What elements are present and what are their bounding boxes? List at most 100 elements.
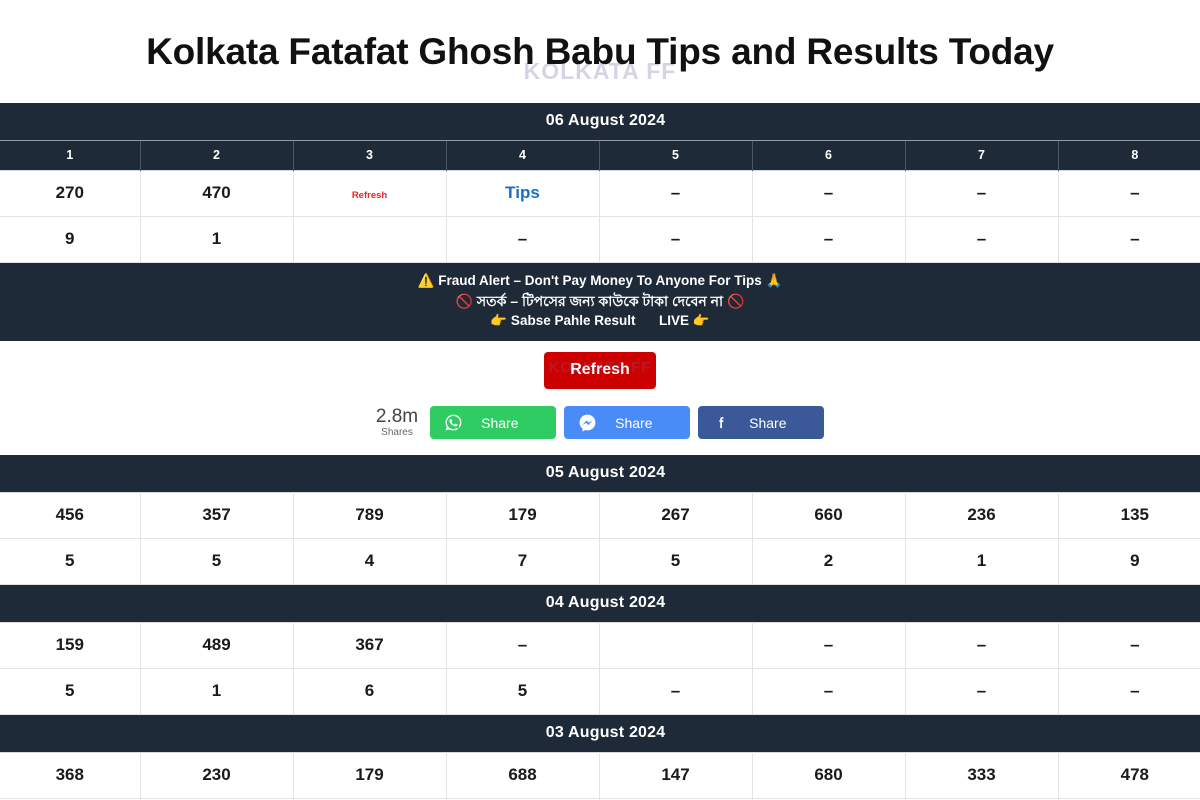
result-cell: 236 <box>904 492 1059 539</box>
result-cell: 135 <box>1057 492 1200 539</box>
alert-line-tagline: 👉 Sabse Pahle Result <box>490 313 636 328</box>
share-count: 2.8m Shares <box>375 405 419 438</box>
result-cell: – <box>598 216 753 263</box>
date-label: 06 August 2024 <box>0 103 1200 141</box>
messenger-icon <box>578 413 597 432</box>
tips-link[interactable]: Tips <box>505 183 540 202</box>
result-cell: 5 <box>0 538 141 585</box>
result-cell: – <box>598 668 753 715</box>
table-row: 270 470 Refresh Tips – – – – <box>0 170 1200 217</box>
result-cell: – <box>598 170 753 217</box>
result-cell: 368 <box>0 752 141 799</box>
result-cell: 179 <box>292 752 447 799</box>
result-cell: 9 <box>0 216 141 263</box>
date-bar: 04 August 2024 <box>0 585 1200 623</box>
table-row: 5 1 6 5 – – – – <box>0 668 1200 715</box>
history-table-2: 03 August 2024 368 230 179 688 147 680 3… <box>0 715 1200 800</box>
date-bar: 05 August 2024 <box>0 455 1200 493</box>
result-cell: 489 <box>139 622 294 669</box>
result-cell: – <box>1057 668 1200 715</box>
result-cell: – <box>445 216 600 263</box>
result-cell: – <box>1057 622 1200 669</box>
result-cell: 270 <box>0 170 141 217</box>
result-cell: – <box>751 622 906 669</box>
result-cell: 6 <box>292 668 447 715</box>
table-row: 5 5 4 7 5 2 1 9 <box>0 538 1200 585</box>
result-cell: 1 <box>139 216 294 263</box>
result-cell: – <box>751 668 906 715</box>
history-table-1: 04 August 2024 159 489 367 – – – – 5 1 6… <box>0 585 1200 715</box>
facebook-icon <box>712 413 731 432</box>
result-cell: – <box>1057 216 1200 263</box>
result-cell: 4 <box>292 538 447 585</box>
facebook-share-button[interactable]: Share <box>698 406 825 439</box>
share-button-label: Share <box>749 414 787 431</box>
page-root: KOLKATA FF Kolkata Fatafat Ghosh Babu Ti… <box>0 0 1200 800</box>
share-button-label: Share <box>615 414 653 431</box>
result-cell: 267 <box>598 492 753 539</box>
page-title: Kolkata Fatafat Ghosh Babu Tips and Resu… <box>146 30 1054 72</box>
result-cell: 5 <box>445 668 600 715</box>
share-count-number: 2.8m <box>375 405 419 427</box>
table-row: 159 489 367 – – – – <box>0 622 1200 669</box>
refresh-button[interactable]: Refresh <box>544 352 656 389</box>
column-header-row: 1 2 3 4 5 6 7 8 <box>0 140 1200 171</box>
date-label: 05 August 2024 <box>0 455 1200 493</box>
table-row: 456 357 789 179 267 660 236 135 <box>0 492 1200 539</box>
messenger-share-button[interactable]: Share <box>564 406 691 439</box>
result-cell: – <box>751 170 906 217</box>
date-bar-today: 06 August 2024 <box>0 103 1200 141</box>
column-header-4: 4 <box>445 140 599 171</box>
result-cell: 7 <box>445 538 600 585</box>
result-cell: 367 <box>292 622 447 669</box>
history-table-0: 05 August 2024 456 357 789 179 267 660 2… <box>0 455 1200 585</box>
result-cell: 680 <box>751 752 906 799</box>
column-header-2: 2 <box>139 140 293 171</box>
result-cell: – <box>445 622 600 669</box>
result-cell: – <box>1057 170 1200 217</box>
result-cell: – <box>904 216 1059 263</box>
table-row: 368 230 179 688 147 680 333 478 <box>0 752 1200 799</box>
tips-cell[interactable]: Tips <box>445 170 600 217</box>
result-cell: 5 <box>139 538 294 585</box>
alert-line-live: LIVE 👉 <box>659 313 710 328</box>
column-header-8: 8 <box>1057 140 1200 171</box>
alert-line-english: ⚠️ Fraud Alert – Don't Pay Money To Anyo… <box>417 273 783 288</box>
result-cell: 147 <box>598 752 753 799</box>
page-header: KOLKATA FF Kolkata Fatafat Ghosh Babu Ti… <box>0 0 1200 103</box>
result-cell: 357 <box>139 492 294 539</box>
result-cell: 9 <box>1057 538 1200 585</box>
result-cell: 2 <box>751 538 906 585</box>
result-cell <box>292 216 447 263</box>
column-header-3: 3 <box>292 140 446 171</box>
result-cell: 333 <box>904 752 1059 799</box>
result-cell: 5 <box>598 538 753 585</box>
inline-refresh-link[interactable]: Refresh <box>352 190 387 201</box>
result-cell: – <box>904 622 1059 669</box>
fraud-alert-banner: ⚠️ Fraud Alert – Don't Pay Money To Anyo… <box>0 263 1200 341</box>
column-header-7: 7 <box>904 140 1058 171</box>
result-cell: – <box>751 216 906 263</box>
table-row: 9 1 – – – – – <box>0 216 1200 263</box>
result-cell: – <box>904 668 1059 715</box>
result-cell: 1 <box>904 538 1059 585</box>
whatsapp-icon <box>444 413 463 432</box>
result-cell: 5 <box>0 668 141 715</box>
date-label: 03 August 2024 <box>0 715 1200 753</box>
result-cell: – <box>904 170 1059 217</box>
refresh-cell[interactable]: Refresh <box>292 170 447 217</box>
column-header-6: 6 <box>751 140 905 171</box>
whatsapp-share-button[interactable]: Share <box>430 406 557 439</box>
result-cell: 159 <box>0 622 141 669</box>
share-count-label: Shares <box>381 426 413 438</box>
result-cell: 456 <box>0 492 141 539</box>
result-cell: 1 <box>139 668 294 715</box>
column-header-5: 5 <box>598 140 752 171</box>
alert-line-bengali: 🚫 সতর্ক – টিপসের জন্য কাউকে টাকা দেবেন ন… <box>455 293 745 309</box>
result-cell <box>598 622 753 669</box>
refresh-section: KOLKATA FF Refresh <box>0 341 1200 389</box>
result-cell: 688 <box>445 752 600 799</box>
column-header-1: 1 <box>0 140 140 171</box>
result-cell: 230 <box>139 752 294 799</box>
share-bar: 2.8m Shares Share Share Share <box>0 389 1200 455</box>
